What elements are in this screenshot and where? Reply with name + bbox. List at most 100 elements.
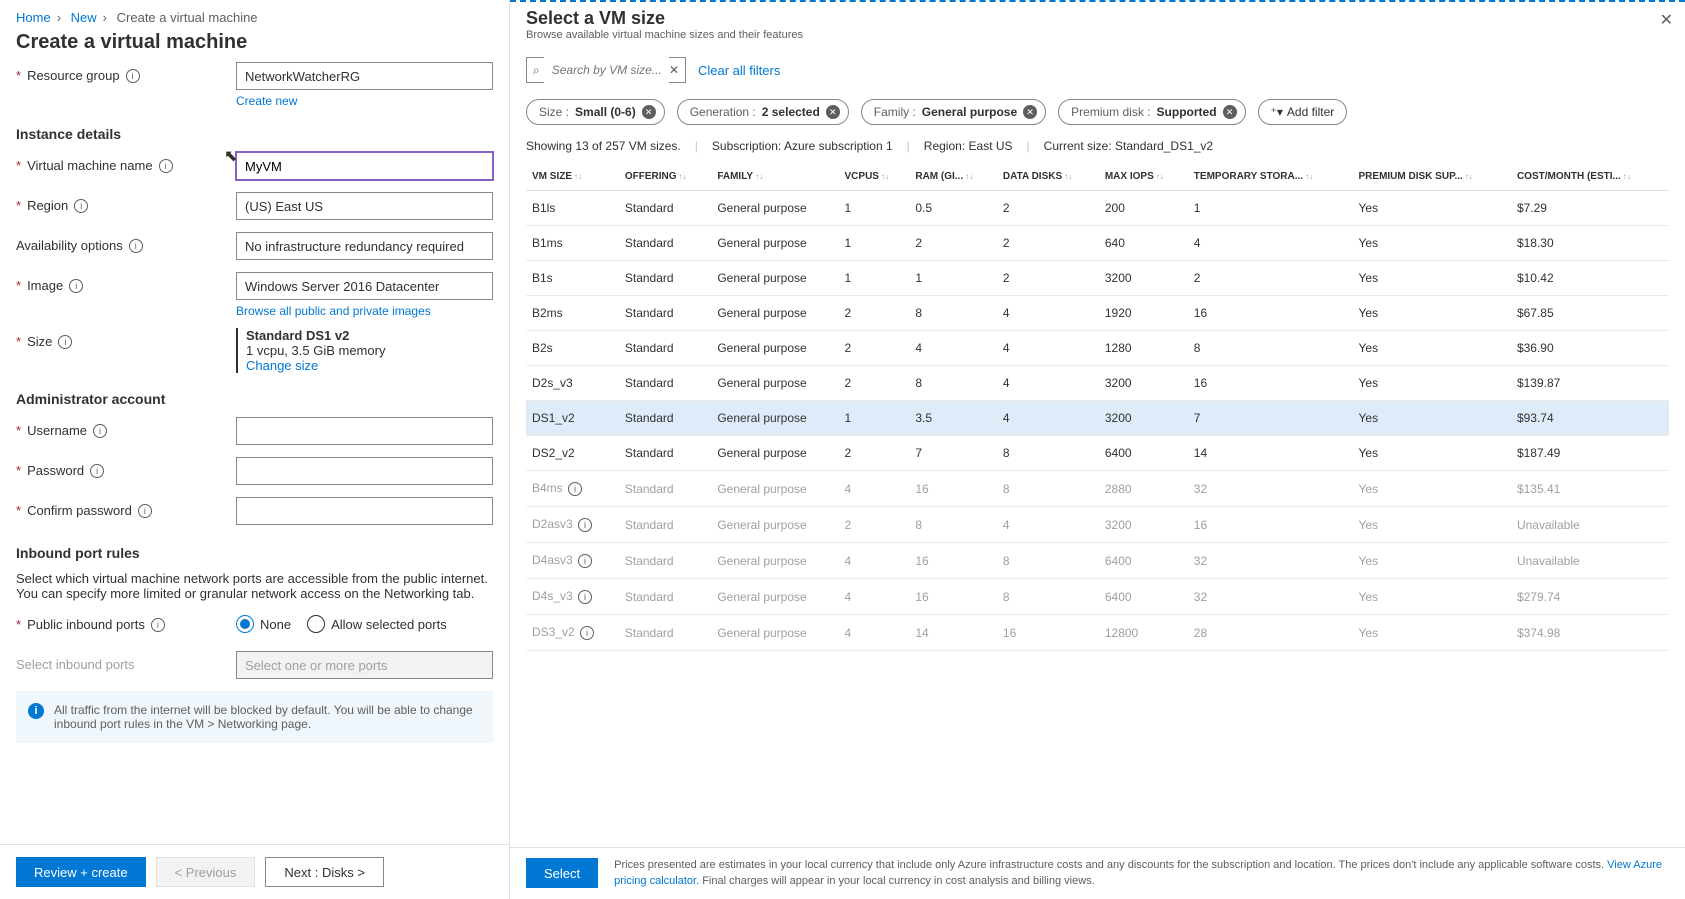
table-row[interactable]: DS1_v2StandardGeneral purpose13.5432007Y… (526, 401, 1669, 436)
table-row[interactable]: B4ms iStandardGeneral purpose4168288032Y… (526, 471, 1669, 507)
info-icon[interactable]: i (578, 518, 592, 532)
vm-name-label: Virtual machine name (27, 158, 153, 173)
info-icon[interactable]: i (74, 199, 88, 213)
page-title: Create a virtual machine (16, 31, 493, 54)
table-row[interactable]: B2msStandardGeneral purpose284192016Yes$… (526, 296, 1669, 331)
clear-search-icon[interactable]: ✕ (669, 63, 679, 77)
info-icon[interactable]: i (93, 424, 107, 438)
next-button[interactable]: Next : Disks > (265, 857, 384, 887)
select-ports-label: Select inbound ports (16, 657, 135, 672)
column-header[interactable]: RAM (GI...↑↓ (909, 163, 997, 191)
filter-pill[interactable]: Size : Small (0-6)✕ (526, 99, 665, 125)
radio-none[interactable]: None (236, 615, 291, 633)
availability-label: Availability options (16, 238, 123, 253)
create-new-link[interactable]: Create new (236, 94, 493, 108)
column-header[interactable]: FAMILY↑↓ (711, 163, 838, 191)
browse-images-link[interactable]: Browse all public and private images (236, 304, 493, 318)
info-icon[interactable]: i (578, 554, 592, 568)
size-label: Size (27, 334, 52, 349)
info-box: i All traffic from the internet will be … (16, 691, 493, 743)
change-size-link[interactable]: Change size (246, 358, 493, 373)
info-icon[interactable]: i (129, 239, 143, 253)
column-header[interactable]: MAX IOPS↑↓ (1099, 163, 1188, 191)
public-ports-label: Public inbound ports (27, 617, 145, 632)
username-input[interactable] (236, 417, 493, 445)
table-row[interactable]: B1lsStandardGeneral purpose10.522001Yes$… (526, 191, 1669, 226)
column-header[interactable]: VM SIZE↑↓ (526, 163, 619, 191)
radio-allow[interactable]: Allow selected ports (307, 615, 447, 633)
remove-filter-icon[interactable]: ✕ (1023, 105, 1037, 119)
table-row[interactable]: D2asv3 iStandardGeneral purpose284320016… (526, 507, 1669, 543)
image-select[interactable]: Windows Server 2016 Datacenter (236, 272, 493, 300)
remove-filter-icon[interactable]: ✕ (1223, 105, 1237, 119)
breadcrumb-current: Create a virtual machine (117, 10, 258, 25)
remove-filter-icon[interactable]: ✕ (642, 105, 656, 119)
password-label: Password (27, 463, 84, 478)
review-create-button[interactable]: Review + create (16, 857, 146, 887)
username-label: Username (27, 423, 87, 438)
previous-button: < Previous (156, 857, 256, 887)
select-ports-select[interactable]: Select one or more ports (236, 651, 493, 679)
select-button[interactable]: Select (526, 858, 598, 888)
resource-group-label: Resource group (27, 68, 120, 83)
info-icon[interactable]: i (159, 159, 173, 173)
column-header[interactable]: TEMPORARY STORA...↑↓ (1188, 163, 1353, 191)
vm-name-input[interactable] (236, 152, 493, 180)
info-icon[interactable]: i (568, 482, 582, 496)
info-icon[interactable]: i (578, 590, 592, 604)
region-label: Region (27, 198, 68, 213)
image-label: Image (27, 278, 63, 293)
info-icon[interactable]: i (90, 464, 104, 478)
info-icon[interactable]: i (138, 504, 152, 518)
info-icon[interactable]: i (151, 618, 165, 632)
info-icon: i (28, 703, 44, 719)
inbound-desc: Select which virtual machine network por… (16, 571, 493, 601)
column-header[interactable]: VCPUS↑↓ (839, 163, 910, 191)
instance-details-heading: Instance details (16, 126, 493, 142)
search-input[interactable]: ⌕ ✕ (526, 57, 686, 83)
table-row[interactable]: DS2_v2StandardGeneral purpose278640014Ye… (526, 436, 1669, 471)
table-row[interactable]: B1msStandardGeneral purpose1226404Yes$18… (526, 226, 1669, 261)
password-input[interactable] (236, 457, 493, 485)
size-spec: 1 vcpu, 3.5 GiB memory (246, 343, 493, 358)
table-row[interactable]: D4asv3 iStandardGeneral purpose416864003… (526, 543, 1669, 579)
clear-filters-link[interactable]: Clear all filters (698, 63, 780, 78)
breadcrumb-home[interactable]: Home (16, 10, 51, 25)
size-name: Standard DS1 v2 (246, 328, 493, 343)
column-header[interactable]: OFFERING↑↓ (619, 163, 711, 191)
add-icon: ⁺▾ (1271, 105, 1283, 119)
pricing-note: Prices presented are estimates in your l… (614, 858, 1669, 889)
filter-pill[interactable]: Generation : 2 selected✕ (677, 99, 849, 125)
table-row[interactable]: B1sStandardGeneral purpose11232002Yes$10… (526, 261, 1669, 296)
breadcrumb: Home› New› Create a virtual machine (16, 10, 493, 25)
vm-size-table: VM SIZE↑↓OFFERING↑↓FAMILY↑↓VCPUS↑↓RAM (G… (526, 163, 1669, 651)
region-select[interactable]: (US) East US (236, 192, 493, 220)
table-row[interactable]: DS3_v2 iStandardGeneral purpose414161280… (526, 615, 1669, 651)
add-filter-button[interactable]: ⁺▾ Add filter (1258, 99, 1348, 125)
info-icon[interactable]: i (69, 279, 83, 293)
showing-count: Showing 13 of 257 VM sizes. (526, 139, 681, 153)
column-header[interactable]: COST/MONTH (ESTI...↑↓ (1511, 163, 1669, 191)
resource-group-select[interactable]: NetworkWatcherRG (236, 62, 493, 90)
remove-filter-icon[interactable]: ✕ (826, 105, 840, 119)
panel-subtitle: Browse available virtual machine sizes a… (526, 29, 1669, 41)
search-icon: ⌕ (533, 63, 540, 78)
close-icon[interactable]: ✕ (1660, 10, 1673, 30)
availability-select[interactable]: No infrastructure redundancy required (236, 232, 493, 260)
info-icon[interactable]: i (580, 626, 594, 640)
table-row[interactable]: D4s_v3 iStandardGeneral purpose416864003… (526, 579, 1669, 615)
table-row[interactable]: B2sStandardGeneral purpose24412808Yes$36… (526, 331, 1669, 366)
column-header[interactable]: DATA DISKS↑↓ (997, 163, 1099, 191)
admin-heading: Administrator account (16, 391, 493, 407)
panel-title: Select a VM size (526, 8, 1669, 29)
column-header[interactable]: PREMIUM DISK SUP...↑↓ (1353, 163, 1511, 191)
filter-pill[interactable]: Family : General purpose✕ (861, 99, 1046, 125)
inbound-heading: Inbound port rules (16, 545, 493, 561)
table-row[interactable]: D2s_v3StandardGeneral purpose284320016Ye… (526, 366, 1669, 401)
breadcrumb-new[interactable]: New (71, 10, 97, 25)
info-icon[interactable]: i (58, 335, 72, 349)
filter-pill[interactable]: Premium disk : Supported✕ (1058, 99, 1245, 125)
confirm-input[interactable] (236, 497, 493, 525)
info-icon[interactable]: i (126, 69, 140, 83)
confirm-label: Confirm password (27, 503, 132, 518)
